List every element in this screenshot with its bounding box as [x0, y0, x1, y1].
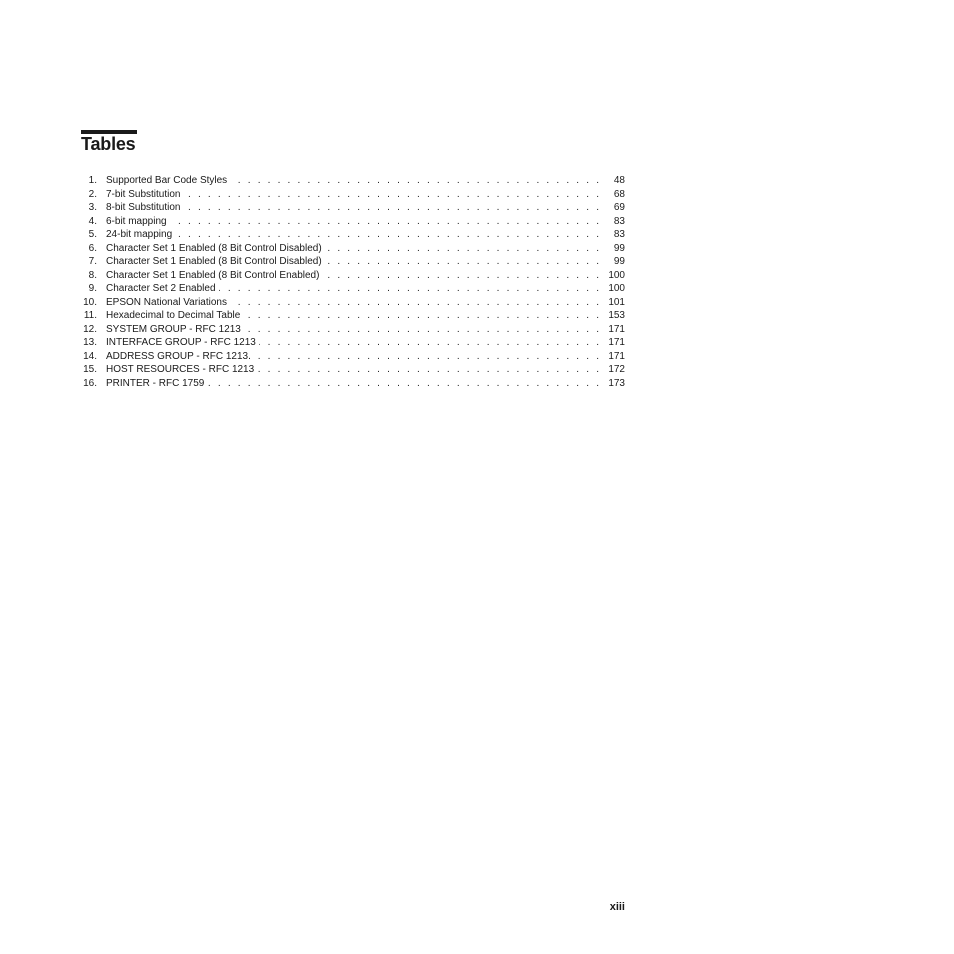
- toc-entry[interactable]: 11. . . . . . . . . . . . . . . . . . . …: [81, 309, 625, 323]
- entry-page-number: 83: [601, 214, 625, 228]
- toc-entry[interactable]: 14. . . . . . . . . . . . . . . . . . . …: [81, 349, 625, 363]
- entry-page-number: 101: [601, 295, 625, 309]
- dot-leader: . . . . . . . . . . . . . . . . . . . . …: [106, 215, 599, 227]
- toc-entry[interactable]: 2. . . . . . . . . . . . . . . . . . . .…: [81, 187, 625, 201]
- entry-page-number: 68: [601, 187, 625, 201]
- entry-number: 10.: [83, 296, 97, 308]
- entry-page-number: 171: [601, 336, 625, 350]
- toc-entry[interactable]: 9. . . . . . . . . . . . . . . . . . . .…: [81, 282, 625, 296]
- entry-number: 4.: [88, 215, 97, 227]
- list-of-tables: 1. . . . . . . . . . . . . . . . . . . .…: [81, 174, 625, 390]
- entry-label: Character Set 1 Enabled (8 Bit Control D…: [106, 242, 325, 254]
- entry-label: PRINTER - RFC 1759: [106, 377, 208, 389]
- entry-label: 6-bit mapping: [106, 215, 170, 227]
- entry-page-number: 173: [601, 376, 625, 390]
- toc-entry[interactable]: 1. . . . . . . . . . . . . . . . . . . .…: [81, 174, 625, 188]
- entry-page-number: 171: [601, 322, 625, 336]
- entry-number: 14.: [83, 350, 97, 362]
- entry-number: 2.: [88, 188, 97, 200]
- entry-number: 9.: [88, 283, 97, 294]
- entry-page-number: 99: [601, 241, 625, 255]
- entry-number: 15.: [83, 364, 97, 375]
- entry-label: EPSON National Variations: [106, 296, 230, 308]
- entry-label: 8-bit Substitution: [106, 202, 184, 213]
- toc-entry[interactable]: 6. . . . . . . . . . . . . . . . . . . .…: [81, 241, 625, 255]
- toc-entry[interactable]: 13. . . . . . . . . . . . . . . . . . . …: [81, 336, 625, 350]
- entry-label: Character Set 1 Enabled (8 Bit Control E…: [106, 269, 323, 281]
- entry-number: 1.: [88, 175, 97, 186]
- entry-label: ADDRESS GROUP - RFC 1213.: [106, 350, 254, 362]
- entry-number: 7.: [88, 256, 97, 267]
- entry-number: 12.: [83, 323, 97, 335]
- entry-page-number: 99: [601, 255, 625, 269]
- entry-number: 11.: [83, 310, 97, 321]
- entry-number: 13.: [83, 337, 97, 348]
- entry-page-number: 100: [601, 282, 625, 296]
- entry-page-number: 153: [601, 309, 625, 323]
- entry-label: SYSTEM GROUP - RFC 1213: [106, 323, 244, 335]
- entry-label: INTERFACE GROUP - RFC 1213: [106, 337, 259, 348]
- entry-label: Character Set 2 Enabled: [106, 283, 219, 294]
- toc-entry[interactable]: 7. . . . . . . . . . . . . . . . . . . .…: [81, 255, 625, 269]
- entry-page-number: 100: [601, 268, 625, 282]
- entry-label: Hexadecimal to Decimal Table: [106, 310, 244, 321]
- entry-label: 24-bit mapping: [106, 229, 176, 240]
- entry-label: HOST RESOURCES - RFC 1213: [106, 364, 258, 375]
- toc-entry[interactable]: 15. . . . . . . . . . . . . . . . . . . …: [81, 363, 625, 377]
- entry-number: 8.: [88, 269, 97, 281]
- entry-label: 7-bit Substitution: [106, 188, 184, 200]
- toc-entry[interactable]: 10. . . . . . . . . . . . . . . . . . . …: [81, 295, 625, 309]
- entry-page-number: 172: [601, 363, 625, 377]
- entry-number: 3.: [88, 202, 97, 213]
- entry-page-number: 69: [601, 201, 625, 215]
- entry-number: 16.: [83, 377, 97, 389]
- entry-label: Supported Bar Code Styles: [106, 175, 231, 186]
- toc-entry[interactable]: 5. . . . . . . . . . . . . . . . . . . .…: [81, 228, 625, 242]
- dot-leader: . . . . . . . . . . . . . . . . . . . . …: [106, 229, 599, 240]
- toc-entry[interactable]: 8. . . . . . . . . . . . . . . . . . . .…: [81, 268, 625, 282]
- page-folio: xiii: [609, 901, 625, 913]
- entry-page-number: 83: [601, 228, 625, 242]
- toc-entry[interactable]: 12. . . . . . . . . . . . . . . . . . . …: [81, 322, 625, 336]
- page-title: Tables: [81, 134, 136, 154]
- toc-entry[interactable]: 3. . . . . . . . . . . . . . . . . . . .…: [81, 201, 625, 215]
- entry-page-number: 48: [601, 174, 625, 188]
- entry-page-number: 171: [601, 349, 625, 363]
- entry-number: 5.: [88, 229, 97, 240]
- toc-entry[interactable]: 4. . . . . . . . . . . . . . . . . . . .…: [81, 214, 625, 228]
- toc-entry[interactable]: 16. . . . . . . . . . . . . . . . . . . …: [81, 376, 625, 390]
- entry-number: 6.: [88, 242, 97, 254]
- entry-label: Character Set 1 Enabled (8 Bit Control D…: [106, 256, 325, 267]
